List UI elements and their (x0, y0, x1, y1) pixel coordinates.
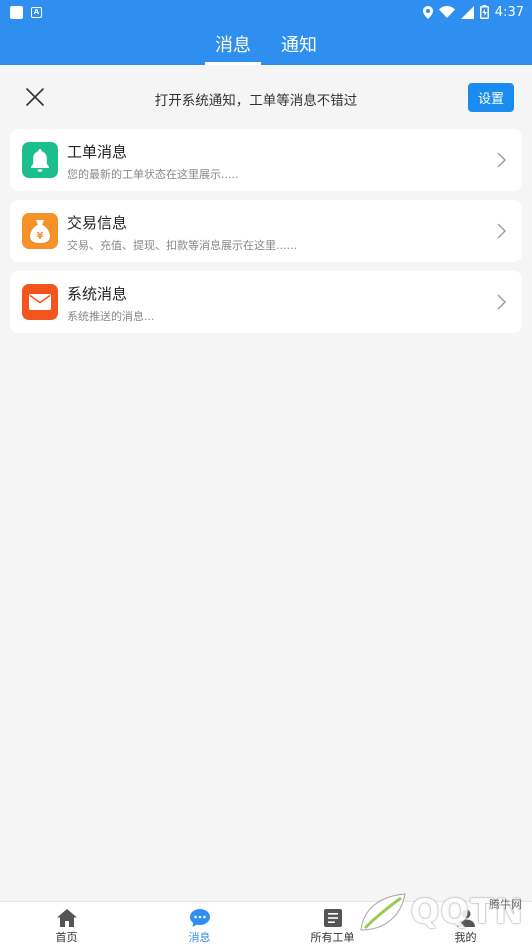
nav-label: 所有工单 (310, 931, 355, 944)
card-title: 交易信息 (67, 214, 128, 232)
card-subtitle: 您的最新的工单状态在这里展示..... (67, 168, 239, 181)
card-title: 工单消息 (67, 143, 128, 161)
notification-square-icon (10, 5, 23, 19)
notification-app-icon: A (31, 6, 42, 18)
status-bar: A 4:37 (0, 0, 532, 24)
chevron-right-icon (497, 223, 506, 239)
header-tabs: 消息 通知 (0, 24, 532, 65)
user-icon (456, 909, 475, 927)
nav-item-profile[interactable]: 我的 (399, 902, 532, 946)
list-icon (323, 909, 342, 927)
app-header: A 4:37 消息 通知 (0, 0, 532, 65)
card-subtitle: 交易、充值、提现、扣款等消息展示在这里...... (67, 239, 297, 252)
nav-label: 消息 (188, 931, 211, 944)
wifi-icon (438, 6, 455, 18)
message-category-list: 工单消息 您的最新的工单状态在这里展示..... ¥ 交易信息 交易、充值、提现… (10, 129, 522, 342)
location-icon (422, 5, 433, 19)
nav-label: 我的 (454, 931, 477, 944)
chevron-right-icon (497, 294, 506, 310)
nav-label: 首页 (55, 931, 78, 944)
nav-item-home[interactable]: 首页 (0, 902, 133, 946)
notification-prompt-bar: 打开系统通知，工单等消息不错过 设置 (0, 65, 532, 129)
battery-icon (479, 5, 489, 19)
tab-messages[interactable]: 消息 (205, 31, 261, 65)
status-time: 4:37 (494, 4, 524, 20)
settings-button[interactable]: 设置 (468, 83, 514, 112)
message-card-transaction[interactable]: ¥ 交易信息 交易、充值、提现、扣款等消息展示在这里...... (10, 200, 522, 262)
tab-notifications[interactable]: 通知 (271, 31, 327, 65)
home-icon (56, 909, 77, 927)
card-title: 系统消息 (67, 285, 128, 303)
svg-text:¥: ¥ (37, 231, 44, 242)
message-card-work-order[interactable]: 工单消息 您的最新的工单状态在这里展示..... (10, 129, 522, 191)
nav-item-all-orders[interactable]: 所有工单 (266, 902, 399, 946)
money-bag-icon: ¥ (22, 213, 58, 249)
signal-icon (460, 5, 474, 19)
message-card-system[interactable]: 系统消息 系统推送的消息... (10, 271, 522, 333)
card-subtitle: 系统推送的消息... (67, 310, 155, 323)
chevron-right-icon (497, 152, 506, 168)
nav-item-messages[interactable]: 消息 (133, 902, 266, 946)
chat-icon (189, 909, 210, 927)
mail-icon (22, 284, 58, 320)
bell-icon (22, 142, 58, 178)
status-left: A (10, 5, 42, 19)
bottom-nav: 首页 消息 所有工单 我的 (0, 901, 532, 946)
status-right: 4:37 (422, 4, 524, 20)
notification-prompt-text: 打开系统通知，工单等消息不错过 (154, 93, 358, 109)
